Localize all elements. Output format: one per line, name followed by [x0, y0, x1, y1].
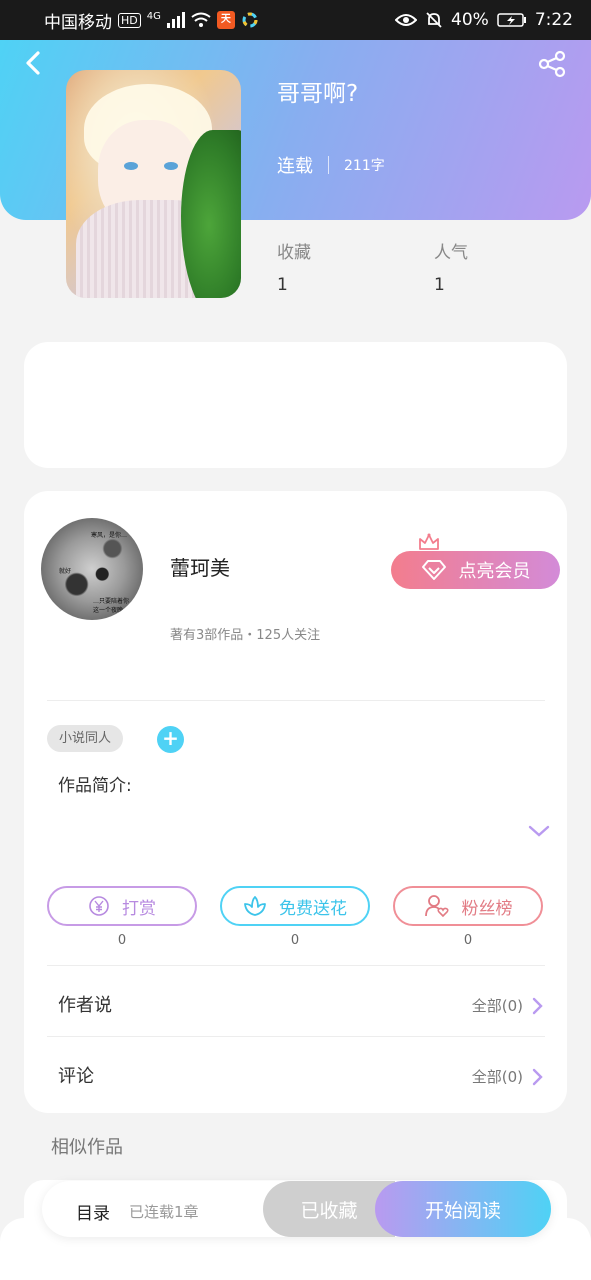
- back-arrow-icon[interactable]: [22, 50, 46, 76]
- table-of-contents-button[interactable]: 目录: [76, 1199, 110, 1224]
- battery-percent: 40%: [451, 10, 489, 30]
- hd-badge: HD: [118, 12, 141, 28]
- activate-vip-button[interactable]: 点亮会员: [391, 551, 560, 589]
- stat-label: 人气: [434, 243, 468, 263]
- carrier-label: 中国移动: [44, 12, 112, 33]
- start-reading-button[interactable]: 开始阅读: [375, 1181, 551, 1237]
- author-says-label: 作者说: [58, 995, 112, 1016]
- stat-popularity: 人气 1: [434, 238, 468, 295]
- serial-status: 连载: [277, 156, 313, 177]
- book-title: 哥哥啊?: [277, 81, 359, 107]
- wifi-icon: [191, 12, 211, 27]
- book-status-row: 连载 211字: [277, 152, 385, 178]
- divider: [328, 156, 329, 174]
- avatar-text: 这一个夜晚: [93, 607, 124, 614]
- divider: [47, 700, 545, 701]
- comments-all-link[interactable]: 全部(0): [472, 1066, 543, 1087]
- app-ring-icon: [242, 12, 258, 28]
- all-link-label: 全部(0): [471, 1068, 523, 1086]
- tip-count: 0: [117, 933, 127, 948]
- signal-icon: [166, 12, 185, 28]
- divider: [47, 965, 545, 966]
- comments-label: 评论: [58, 1066, 94, 1087]
- stat-label: 收藏: [277, 243, 311, 263]
- fan-ranking-button[interactable]: 粉丝榜: [393, 886, 543, 926]
- empty-info-card: [24, 342, 567, 468]
- tip-button[interactable]: 打赏: [47, 886, 197, 926]
- vip-button-label: 点亮会员: [458, 561, 531, 582]
- synopsis-label: 作品简介:: [58, 776, 132, 796]
- author-says-all-link[interactable]: 全部(0): [472, 995, 543, 1016]
- fan-count: 0: [463, 933, 473, 948]
- chapter-count: 已连载1章: [129, 1203, 199, 1221]
- share-icon[interactable]: [537, 50, 567, 78]
- author-name[interactable]: 蕾珂美: [170, 552, 230, 581]
- crown-icon: [419, 533, 439, 550]
- stat-value: 1: [277, 275, 288, 295]
- send-flower-label: 免费送花: [279, 898, 347, 919]
- send-flower-button[interactable]: 免费送花: [220, 886, 370, 926]
- avatar-text: …只要陪着你: [93, 598, 130, 605]
- status-bar: 中国移动 HD 4G 天 40% 7:22: [0, 0, 591, 40]
- stat-value: 1: [434, 275, 445, 295]
- similar-works-heading: 相似作品: [51, 1137, 123, 1158]
- clock: 7:22: [534, 10, 573, 30]
- stat-favorites: 收藏 1: [277, 238, 311, 295]
- battery-charging-icon: [497, 13, 526, 27]
- chevron-right-icon: [532, 1068, 543, 1085]
- divider: [47, 1036, 545, 1037]
- all-link-label: 全部(0): [471, 997, 523, 1015]
- author-avatar[interactable]: 寒风，是你… 就好 …只要陪着你 这一个夜晚: [41, 518, 143, 620]
- yen-coin-icon: [89, 896, 109, 916]
- fan-ranking-label: 粉丝榜: [461, 898, 513, 919]
- add-tag-button[interactable]: +: [157, 726, 184, 753]
- avatar-text: 寒风，是你…: [91, 532, 128, 539]
- network-label: 4G: [146, 10, 161, 22]
- diamond-icon: [421, 560, 446, 580]
- word-count: 211字: [344, 158, 385, 174]
- app-notification-icon: 天: [216, 11, 235, 29]
- flower-icon: [244, 896, 266, 916]
- mute-bell-icon: [426, 12, 442, 28]
- expand-chevron-icon[interactable]: [528, 823, 550, 839]
- author-meta: 著有3部作品・125人关注: [170, 628, 321, 643]
- avatar-text: 就好: [59, 568, 72, 575]
- user-heart-icon: [424, 895, 449, 918]
- flower-count: 0: [290, 933, 300, 948]
- book-cover-image[interactable]: [66, 70, 241, 298]
- eye-comfort-icon: [395, 14, 418, 26]
- tip-button-label: 打赏: [122, 898, 156, 919]
- chevron-right-icon: [532, 997, 543, 1014]
- tag-chip[interactable]: 小说同人: [47, 725, 124, 752]
